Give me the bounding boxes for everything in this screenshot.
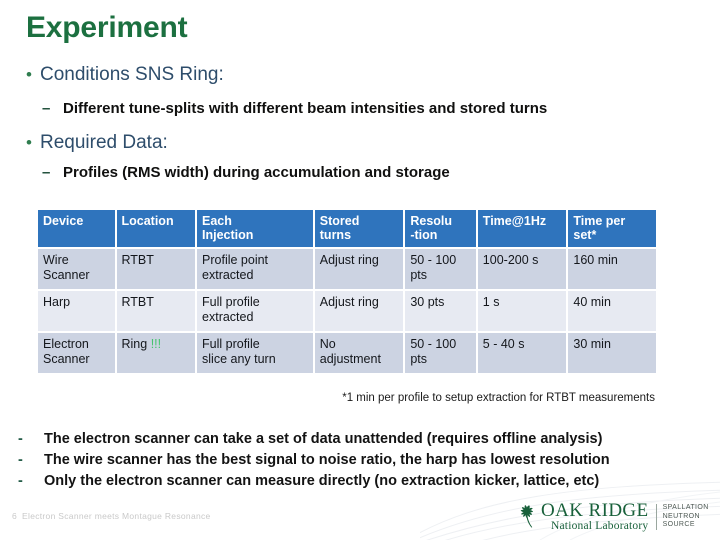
footer-label: Electron Scanner meets Montague Resonanc… <box>22 511 211 521</box>
column-header-stored-turns: Stored turns <box>314 210 404 247</box>
dash-marker-icon: - <box>18 431 23 447</box>
note-label: The wire scanner has the best signal to … <box>44 452 610 468</box>
dash-marker-icon: - <box>18 452 23 468</box>
cell-device: Harp <box>38 291 115 331</box>
cell-device: Wire Scanner <box>38 249 115 289</box>
ornl-sns-logo: OAK RIDGE National Laboratory SPALLATION… <box>518 500 709 534</box>
oak-leaf-icon <box>518 504 540 530</box>
note-label: Only the electron scanner can measure di… <box>44 473 600 489</box>
cell-each-injection: Profile point extracted <box>197 249 313 289</box>
page-title: Experiment <box>26 11 188 44</box>
cell-stored-turns: Adjust ring <box>314 249 404 289</box>
slide-footer: 6 Electron Scanner meets Montague Resonan… <box>12 511 211 521</box>
sns-wordmark: SPALLATION NEUTRON SOURCE <box>663 504 709 530</box>
cell-resolution: 30 pts <box>405 291 476 331</box>
page-number: 6 <box>12 511 18 521</box>
notes-list: - The electron scanner can take a set of … <box>18 429 708 492</box>
table-row: Electron Scanner Ring !!! Full profile s… <box>38 333 656 373</box>
ornl-name-line1: OAK RIDGE <box>541 500 649 522</box>
cell-time-at-1hz: 100-200 s <box>477 249 567 289</box>
cell-resolution: 50 - 100 pts <box>405 333 476 373</box>
cell-time-at-1hz: 1 s <box>477 291 567 331</box>
table-header-row: Device Location Each Injection Stored tu… <box>38 210 656 247</box>
cell-location: RTBT <box>116 291 196 331</box>
emphasis-exclamation: !!! <box>150 337 162 351</box>
subbullet-profiles: – Profiles (RMS width) during accumulatio… <box>42 163 450 183</box>
cell-each-injection: Full profile slice any turn <box>197 333 313 373</box>
subbullet-tune-splits: – Different tune-splits with different be… <box>42 99 547 119</box>
cell-time-at-1hz: 5 - 40 s <box>477 333 567 373</box>
cell-each-injection: Full profile extracted <box>197 291 313 331</box>
ornl-wordmark: OAK RIDGE National Laboratory <box>541 501 649 533</box>
bullet-marker-icon: • <box>26 133 32 152</box>
sns-line3: SOURCE <box>662 521 695 529</box>
device-comparison-table: Device Location Each Injection Stored tu… <box>36 208 658 375</box>
cell-device: Electron Scanner <box>38 333 115 373</box>
column-header-time-per-set: Time per set* <box>568 210 656 247</box>
column-header-location: Location <box>116 210 196 247</box>
cell-location: Ring !!! <box>116 333 196 373</box>
sns-line2: NEUTRON <box>662 512 700 520</box>
table-row: Harp RTBT Full profile extracted Adjust … <box>38 291 656 331</box>
bullet-required-data: • Required Data: <box>26 131 168 155</box>
note-label: The electron scanner can take a set of d… <box>44 431 603 447</box>
cell-location: RTBT <box>116 249 196 289</box>
column-header-each-injection: Each Injection <box>197 210 313 247</box>
table-footnote: *1 min per profile to setup extraction f… <box>342 392 655 404</box>
table-row: Wire Scanner RTBT Profile point extracte… <box>38 249 656 289</box>
subbullet-tune-splits-label: Different tune-splits with different bea… <box>63 100 548 117</box>
cell-time-per-set: 40 min <box>568 291 656 331</box>
dash-marker-icon: – <box>42 164 51 181</box>
list-item: - Only the electron scanner can measure d… <box>18 471 708 492</box>
cell-time-per-set: 30 min <box>568 333 656 373</box>
list-item: - The electron scanner can take a set of … <box>18 429 708 450</box>
column-header-time-at-1hz: Time@1Hz <box>477 210 567 247</box>
list-item: - The wire scanner has the best signal to… <box>18 450 708 471</box>
column-header-resolution: Resolu -tion <box>405 210 476 247</box>
dash-marker-icon: – <box>42 100 51 117</box>
subbullet-profiles-label: Profiles (RMS width) during accumulation… <box>63 164 450 181</box>
bullet-required-data-label: Required Data: <box>40 132 168 153</box>
cell-resolution: 50 - 100 pts <box>405 249 476 289</box>
sns-line1: SPALLATION <box>662 504 709 512</box>
cell-stored-turns: Adjust ring <box>314 291 404 331</box>
ornl-name-line2: National Laboratory <box>551 520 649 533</box>
bullet-conditions-label: Conditions SNS Ring: <box>40 64 224 85</box>
dash-marker-icon: - <box>18 473 23 489</box>
column-header-device: Device <box>38 210 115 247</box>
cell-time-per-set: 160 min <box>568 249 656 289</box>
bullet-marker-icon: • <box>26 65 32 84</box>
bullet-conditions: • Conditions SNS Ring: <box>26 63 224 87</box>
logo-divider <box>655 504 657 530</box>
slide: Experiment • Conditions SNS Ring: – Differ… <box>0 0 720 540</box>
device-comparison-table-wrapper: Device Location Each Injection Stored tu… <box>36 208 658 375</box>
cell-stored-turns: No adjustment <box>314 333 404 373</box>
